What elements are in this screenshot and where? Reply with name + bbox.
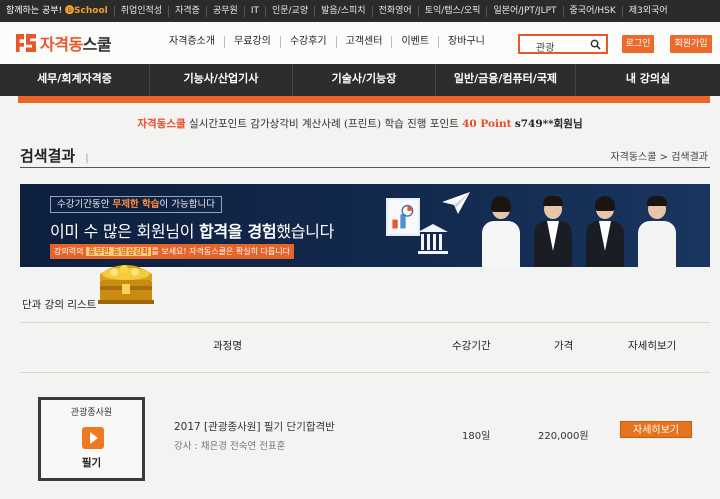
list-header-top-line [20,322,710,323]
top-link-2[interactable]: 공무원 [207,5,245,17]
top-link-1[interactable]: 자격증 [169,5,207,17]
top-link-4[interactable]: 인문/교양 [266,5,316,17]
treasure-chest-icon [98,265,154,304]
gnb-item-0[interactable]: 자격증소개 [160,36,225,48]
site-logo[interactable]: 자격동스쿨 [16,31,112,55]
top-link-school[interactable]: 함께하는 공부! 🅑School [0,5,115,17]
gnb-item-3[interactable]: 고객센터 [337,36,393,48]
banner-subtext: 강의력의 풍부한 동영상강좌 를 보세요! 자격동스쿨은 확실히 다릅니다 [50,244,294,259]
course-name-link[interactable]: 2017 [관광종사원] 필기 단기합격반 [174,419,335,434]
bank-icon [418,224,448,254]
nav-accent-line [18,96,710,103]
banner-person-3 [584,193,626,267]
login-button[interactable]: 로그인 [622,35,654,53]
realtime-points-strip: 자격동스쿨 실시간포인트 감가상각비 계산사례 (프린트) 학습 진행 포인트 … [0,116,720,131]
col-header-detail: 자세히보기 [628,340,677,352]
logo-icon [16,34,36,52]
list-header-bottom-line [20,372,710,373]
banner-top-text: 수강기간동안 무제한 학습이 가능합니다 [50,196,222,213]
banner-headline: 이미 수 많은 회원님이 합격을 경험했습니다 [50,222,334,241]
gnb-item-4[interactable]: 이벤트 [392,36,440,48]
title-divider [20,167,710,168]
logo-text: 자격동스쿨 [40,35,112,54]
breadcrumb: 자격동스쿨 > 검색결과 [610,152,708,163]
course-teacher: 강사 : 채은경 전숙연 전표훈 [174,441,286,452]
course-period: 180일 [462,431,491,442]
top-link-3[interactable]: IT [245,5,266,17]
course-price: 220,000원 [538,431,589,442]
gnb-item-1[interactable]: 무료강의 [225,36,281,48]
gnb-item-5[interactable]: 장바구니 [439,36,494,48]
thumbnail-category: 관광종사원 [70,408,113,418]
col-header-price: 가격 [554,340,574,352]
main-nav-item-2[interactable]: 기술사/기능장 [293,64,436,96]
main-nav-item-0[interactable]: 세무/회계자격증 [0,64,150,96]
top-slogan: 함께하는 공부! [6,5,63,16]
main-nav-item-my-classroom[interactable]: 내 강의실 [576,64,720,96]
top-link-5[interactable]: 발음/스피치 [315,5,373,17]
play-icon[interactable] [82,427,104,449]
global-nav: 자격증소개 무료강의 수강후기 고객센터 이벤트 장바구니 [160,36,494,48]
chart-icon [386,198,420,236]
top-link-0[interactable]: 취업인적성 [115,5,170,17]
join-button[interactable]: 회원가입 [670,35,712,53]
search-box [518,34,608,55]
list-title: 단과 강의 리스트 [22,299,97,311]
top-link-6[interactable]: 전화영어 [373,5,419,17]
top-link-9[interactable]: 중국어/HSK [564,5,623,17]
banner-person-4 [636,193,678,267]
top-link-7[interactable]: 토익/텝스/오픽 [419,5,488,17]
gnb-item-2[interactable]: 수강후기 [281,36,337,48]
main-nav-item-3[interactable]: 일반/금융/컴퓨터/국제 [436,64,576,96]
top-link-8[interactable]: 일본어/JPT/JLPT [487,5,564,17]
top-link-10[interactable]: 제3외국어 [623,6,674,17]
site-header: 자격동스쿨 자격증소개 무료강의 수강후기 고객센터 이벤트 장바구니 로그인 … [0,22,720,64]
search-icon[interactable] [590,39,601,50]
banner-person-2 [532,193,574,267]
points-user: s749**회원님 [514,118,583,130]
points-brand: 자격동스쿨 [137,118,186,130]
search-input[interactable] [520,38,586,55]
paper-plane-icon [442,192,470,214]
col-header-course: 과정명 [213,340,242,352]
course-thumbnail[interactable]: 관광종사원 필기 [38,397,145,481]
col-header-period: 수강기간 [452,340,491,352]
page-title: 검색결과 | [20,147,89,165]
top-school-brand: 🅑School [65,5,108,16]
detail-button[interactable]: 자세히보기 [620,421,692,438]
thumbnail-kind: 필기 [81,457,102,469]
points-text: 실시간포인트 감가상각비 계산사례 (프린트) 학습 진행 포인트 [189,118,459,130]
main-nav: 세무/회계자격증 기능사/산업기사 기술사/기능장 일반/금융/컴퓨터/국제 내… [0,64,720,96]
main-nav-item-1[interactable]: 기능사/산업기사 [150,64,293,96]
top-category-bar: 함께하는 공부! 🅑School 취업인적성 자격증 공무원 IT 인문/교양 … [0,0,720,22]
points-value: 40 Point [462,118,512,130]
banner-person-1 [480,193,522,267]
